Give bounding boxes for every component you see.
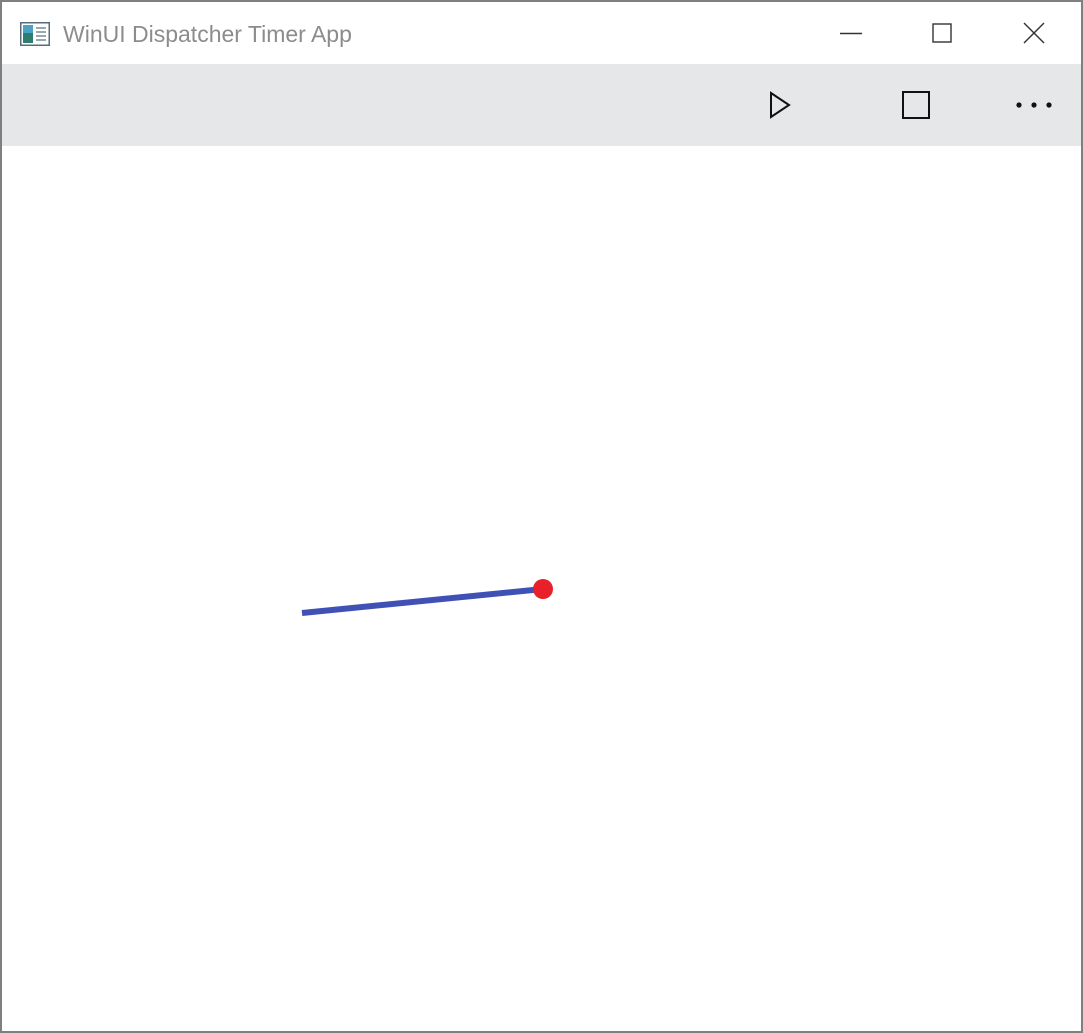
command-bar (2, 64, 1081, 146)
stop-button[interactable] (871, 64, 961, 146)
stop-icon (902, 91, 930, 119)
play-icon (770, 91, 791, 119)
title-bar[interactable]: WinUI Dispatcher Timer App (2, 2, 1081, 64)
more-options-button[interactable] (989, 64, 1079, 146)
window-title: WinUI Dispatcher Timer App (63, 21, 352, 47)
content-area (2, 146, 1081, 1031)
close-icon (1023, 22, 1045, 44)
pendulum-dot (533, 579, 553, 599)
app-window: WinUI Dispatcher Timer App (0, 0, 1083, 1033)
drawing-canvas (301, 579, 553, 616)
more-icon (1016, 102, 1052, 108)
maximize-button[interactable] (896, 2, 988, 64)
play-button[interactable] (735, 64, 825, 146)
minimize-icon (840, 32, 862, 35)
app-window-icon (20, 22, 50, 46)
minimize-button[interactable] (805, 2, 897, 64)
close-button[interactable] (988, 2, 1080, 64)
maximize-icon (932, 23, 952, 43)
pendulum-line (301, 586, 544, 616)
